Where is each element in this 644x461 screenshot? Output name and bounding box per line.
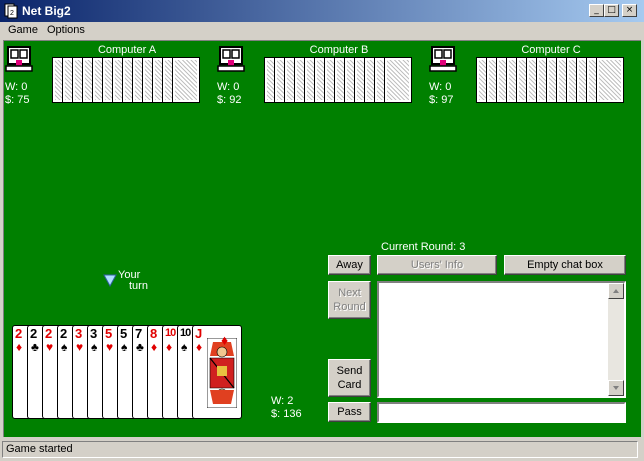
player-hand[interactable]: 2 ♦ 2 ♣ 2 ♥ 2 ♠ 3 ♥ 3 ♠ 5 ♥ 5 ♠ 7 ♣ 8 ♦ 10 ♦ 10 ♠ J ♦ ♦ (12, 325, 264, 420)
window-title: Net Big2 (22, 4, 71, 18)
card-suit-icon: ♥ (76, 340, 84, 354)
jack-face-icon (207, 338, 237, 408)
away-button[interactable]: Away (328, 255, 371, 275)
title-bar[interactable]: 2 Net Big2 _ □ × (0, 0, 644, 22)
opponent-money-a: $: 75 (5, 94, 30, 106)
maximize-button[interactable]: □ (604, 4, 619, 17)
card-suit-icon: ♠ (121, 340, 128, 354)
card-rank: J (195, 326, 203, 341)
opponent-wins-b: W: 0 (217, 81, 240, 93)
player-wins: W: 2 (271, 395, 294, 407)
card-suit-icon: ♠ (181, 340, 188, 354)
menu-game[interactable]: Game (8, 24, 38, 36)
cards-icon[interactable]: 2 (3, 3, 19, 19)
opponent-money-c: $: 97 (429, 94, 454, 106)
card-rank: 5 (105, 326, 113, 341)
down-arrow-icon (613, 386, 619, 390)
opponent-name-c: Computer C (521, 44, 581, 56)
svg-text:2: 2 (10, 10, 14, 17)
card-rank: 5 (120, 326, 128, 341)
card-back (384, 57, 412, 103)
status-text: Game started (2, 441, 638, 458)
player-money: $: 136 (271, 408, 302, 420)
opponent-wins-a: W: 0 (5, 81, 28, 93)
computer-avatar-icon (217, 46, 245, 72)
next-round-button[interactable]: Next Round (328, 281, 371, 319)
card-suit-icon: ♠ (61, 340, 68, 354)
card-back (596, 57, 624, 103)
card-rank: 8 (150, 326, 158, 341)
users-info-button[interactable]: Users' Info (377, 255, 497, 275)
down-triangle-icon (103, 274, 117, 287)
opponent-hand-a (52, 57, 208, 103)
card-suit-icon: ♥ (46, 340, 54, 354)
opponent-hand-c (476, 57, 632, 103)
close-button[interactable]: × (622, 4, 637, 17)
card-rank: 3 (75, 326, 83, 341)
card-rank: 2 (30, 326, 38, 341)
status-bar: Game started (0, 438, 644, 461)
up-arrow-icon (613, 289, 619, 293)
card-rank: 7 (135, 326, 143, 341)
card-back (172, 57, 200, 103)
card-rank: 10 (165, 327, 176, 339)
card-suit-icon: ♥ (106, 340, 114, 354)
chat-scrollbar[interactable] (608, 283, 624, 396)
menu-options[interactable]: Options (47, 24, 85, 36)
computer-avatar-icon (5, 46, 33, 72)
card-rank: 2 (45, 326, 53, 341)
card-suit-icon: ♠ (91, 340, 98, 354)
card-suit-icon: ♣ (31, 340, 39, 354)
pass-button[interactable]: Pass (328, 402, 371, 422)
scroll-up-button[interactable] (608, 283, 624, 299)
turn-label: Your turn (118, 270, 148, 292)
card-rank: 3 (90, 326, 98, 341)
playing-card[interactable]: J ♦ ♦ (192, 325, 242, 419)
card-suit-icon: ♦ (151, 340, 158, 354)
current-round-label: Current Round: 3 (381, 241, 466, 253)
send-card-button[interactable]: Send Card (328, 359, 371, 397)
opponent-money-b: $: 92 (217, 94, 242, 106)
next-round-label-1: Next (338, 287, 361, 299)
empty-chat-button[interactable]: Empty chat box (504, 255, 626, 275)
opponent-hand-b (264, 57, 420, 103)
card-suit-icon: ♣ (136, 340, 144, 354)
card-suit-icon: ♦ (196, 340, 203, 354)
opponent-name-a: Computer A (97, 44, 157, 56)
menu-bar: Game Options (0, 22, 644, 40)
minimize-button[interactable]: _ (589, 4, 604, 17)
card-suit-icon: ♦ (16, 340, 23, 354)
card-rank: 2 (15, 326, 23, 341)
chat-input[interactable] (377, 402, 626, 423)
diamond-icon: ♦ (221, 332, 229, 348)
next-round-label-2: Round (333, 301, 366, 313)
card-rank: 2 (60, 326, 68, 341)
card-rank: 10 (180, 327, 191, 339)
opponent-name-b: Computer B (309, 44, 369, 56)
send-card-label-1: Send (336, 365, 363, 377)
computer-avatar-icon (429, 46, 457, 72)
scroll-down-button[interactable] (608, 380, 624, 396)
card-suit-icon: ♦ (166, 340, 173, 354)
opponent-wins-c: W: 0 (429, 81, 452, 93)
turn-label-line2: turn (129, 280, 148, 292)
send-card-label-2: Card (337, 379, 362, 391)
chat-box[interactable] (377, 281, 626, 398)
